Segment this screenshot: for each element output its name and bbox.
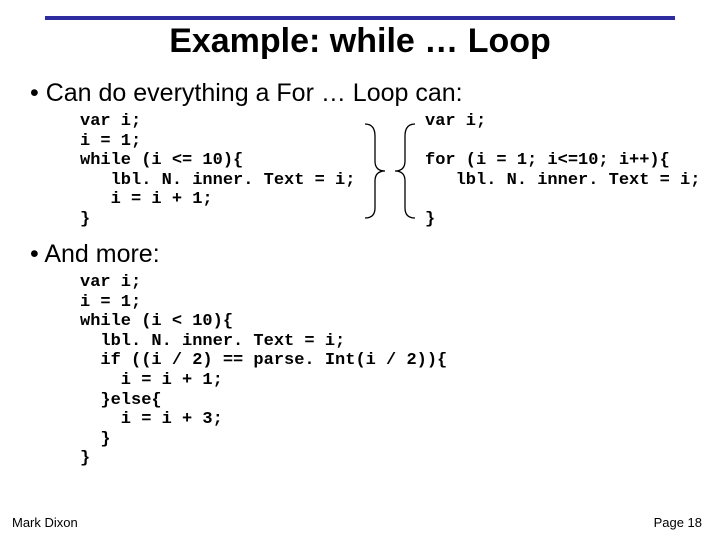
second-block: And more: var i; i = 1; while (i < 10){ … (30, 239, 700, 468)
brace-equivalence (355, 112, 425, 229)
code-for-loop: var i; for (i = 1; i<=10; i++){ lbl. N. … (425, 112, 700, 229)
slide-body: Can do everything a For … Loop can: var … (30, 78, 700, 469)
bullet-1: Can do everything a For … Loop can: (30, 78, 700, 108)
bullet-2: And more: (30, 239, 700, 269)
brace-icon (355, 116, 425, 226)
code-while-loop: var i; i = 1; while (i <= 10){ lbl. N. i… (80, 112, 355, 229)
title-rule (45, 16, 675, 20)
code-while-extended: var i; i = 1; while (i < 10){ lbl. N. in… (80, 273, 700, 468)
footer-page: Page 18 (654, 515, 702, 530)
footer-author: Mark Dixon (12, 515, 78, 530)
slide-title: Example: while … Loop (0, 22, 720, 61)
slide: Example: while … Loop Can do everything … (0, 0, 720, 540)
code-comparison-row: var i; i = 1; while (i <= 10){ lbl. N. i… (80, 112, 700, 229)
